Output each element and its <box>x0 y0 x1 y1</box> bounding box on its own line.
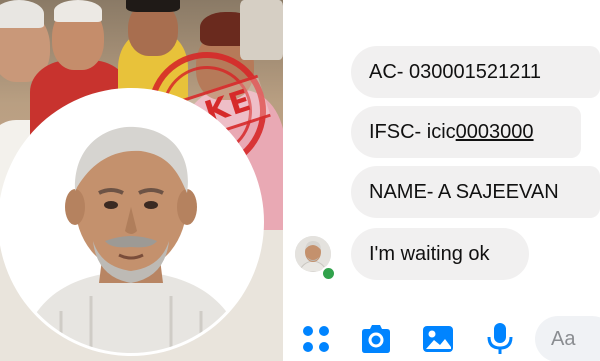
person-hair <box>0 0 44 28</box>
person-hair <box>54 0 102 22</box>
profile-photo <box>0 88 264 356</box>
message-bubble[interactable]: IFSC- icic0003000 <box>351 106 581 158</box>
message-text: IFSC- icic <box>369 121 456 143</box>
mic-icon[interactable] <box>483 322 517 356</box>
image-icon[interactable] <box>421 322 455 356</box>
photo-collage: FAKE <box>0 0 283 361</box>
message-input-placeholder: Aa <box>551 328 576 350</box>
message-input[interactable]: Aa <box>535 316 600 361</box>
message-bubble[interactable]: I'm waiting ok <box>351 228 529 280</box>
message-text: I'm waiting ok <box>369 243 490 265</box>
person-hair <box>126 0 180 12</box>
online-indicator <box>321 266 336 281</box>
background-wall <box>240 0 283 60</box>
portrait-illustration <box>1 91 261 353</box>
chat-panel: AC- 030001521211 IFSC- icic0003000 NAME-… <box>283 0 600 361</box>
message-bubble[interactable]: AC- 030001521211 <box>351 46 600 98</box>
message-text: NAME- A SAJEEVAN <box>369 181 559 203</box>
message-text: AC- 030001521211 <box>369 61 541 83</box>
camera-icon[interactable] <box>359 322 393 356</box>
message-bubble[interactable]: NAME- A SAJEEVAN <box>351 166 600 218</box>
apps-icon[interactable] <box>299 322 333 356</box>
message-underlined-text[interactable]: 0003000 <box>456 121 534 143</box>
